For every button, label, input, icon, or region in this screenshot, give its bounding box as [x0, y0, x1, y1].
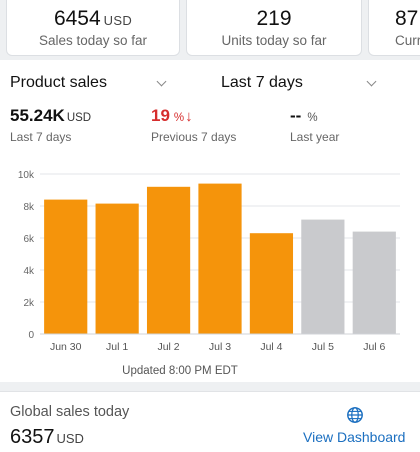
date-range-label: Last 7 days	[221, 74, 303, 91]
y-tick-label: 0	[28, 330, 34, 341]
chart-updated-note: Updated 8:00 PM EDT	[122, 365, 238, 377]
kpi-label: Units today so far	[221, 33, 327, 48]
metric-value: 55.24K USD	[10, 106, 92, 125]
bar	[352, 231, 396, 334]
sales-bar-chart: 0 2k 4k 6k 8k 10k Jun 30 Jul 1 Jul 2 Jul 3 Jul 4 Ju…	[18, 170, 400, 377]
chevron-down-icon	[156, 76, 167, 87]
y-tick-label: 8k	[23, 202, 35, 213]
bar	[95, 203, 139, 334]
sales-panel: Product sales Last 7 days 55.24K USD Last…	[0, 60, 420, 382]
y-tick-label: 4k	[23, 266, 35, 277]
metric-value: --%	[290, 106, 318, 125]
chevron-down-icon	[366, 76, 377, 87]
metric-label: Last year	[290, 130, 340, 144]
y-tick-label: 10k	[18, 170, 35, 181]
x-tick-label: Jul 2	[157, 341, 179, 353]
kpi-card-units-today[interactable]: 219 Units today so far	[186, 0, 362, 56]
bar	[198, 183, 242, 334]
kpi-card-current[interactable]: 87 Curr	[368, 0, 420, 56]
bar	[249, 233, 294, 334]
x-tick-label: Jul 4	[260, 341, 282, 353]
bar	[146, 186, 191, 334]
globe-icon[interactable]	[346, 406, 364, 424]
x-tick-label: Jul 3	[209, 341, 231, 353]
kpi-label: Sales today so far	[38, 33, 148, 48]
kpi-card-sales-today[interactable]: 6454 USD Sales today so far	[6, 0, 180, 56]
global-sales-value: 6357 USD	[10, 426, 84, 448]
x-tick-label: Jul 5	[312, 341, 334, 353]
metric-last-7-days: 55.24K USD Last 7 days	[10, 106, 91, 144]
y-tick-label: 6k	[23, 234, 35, 245]
arrow-down-icon: ↓	[185, 108, 193, 125]
date-range-dropdown[interactable]: Last 7 days	[221, 74, 377, 92]
bar	[44, 199, 88, 334]
kpi-value: 87	[395, 7, 419, 30]
kpi-unit: USD	[103, 13, 133, 28]
x-tick-label: Jun 30	[50, 341, 82, 353]
y-tick-label: 2k	[23, 298, 35, 309]
kpi-row: 6454 USD Sales today so far 219 Units tod…	[0, 0, 420, 60]
kpi-value: 219	[256, 7, 292, 30]
global-sales-label: Global sales today	[10, 404, 130, 420]
global-sales-card: Global sales today 6357 USD View Dashboar…	[0, 391, 420, 452]
kpi-label: Curr	[395, 33, 420, 48]
metric-value: 19 %↓	[151, 106, 193, 125]
kpi-value: 6454 USD	[53, 7, 133, 30]
bar	[301, 219, 345, 334]
view-dashboard-link[interactable]: View Dashboard	[303, 429, 405, 445]
x-tick-label: Jul 1	[106, 341, 128, 353]
metric-label: Previous 7 days	[151, 130, 237, 144]
metric-dropdown[interactable]: Product sales	[10, 74, 167, 92]
x-tick-label: Jul 6	[363, 341, 385, 353]
metric-previous-7-days: 19 %↓ Previous 7 days	[151, 106, 236, 144]
metric-last-year: --% Last year	[290, 106, 339, 144]
metric-dropdown-label: Product sales	[10, 74, 107, 91]
metric-label: Last 7 days	[10, 130, 72, 144]
